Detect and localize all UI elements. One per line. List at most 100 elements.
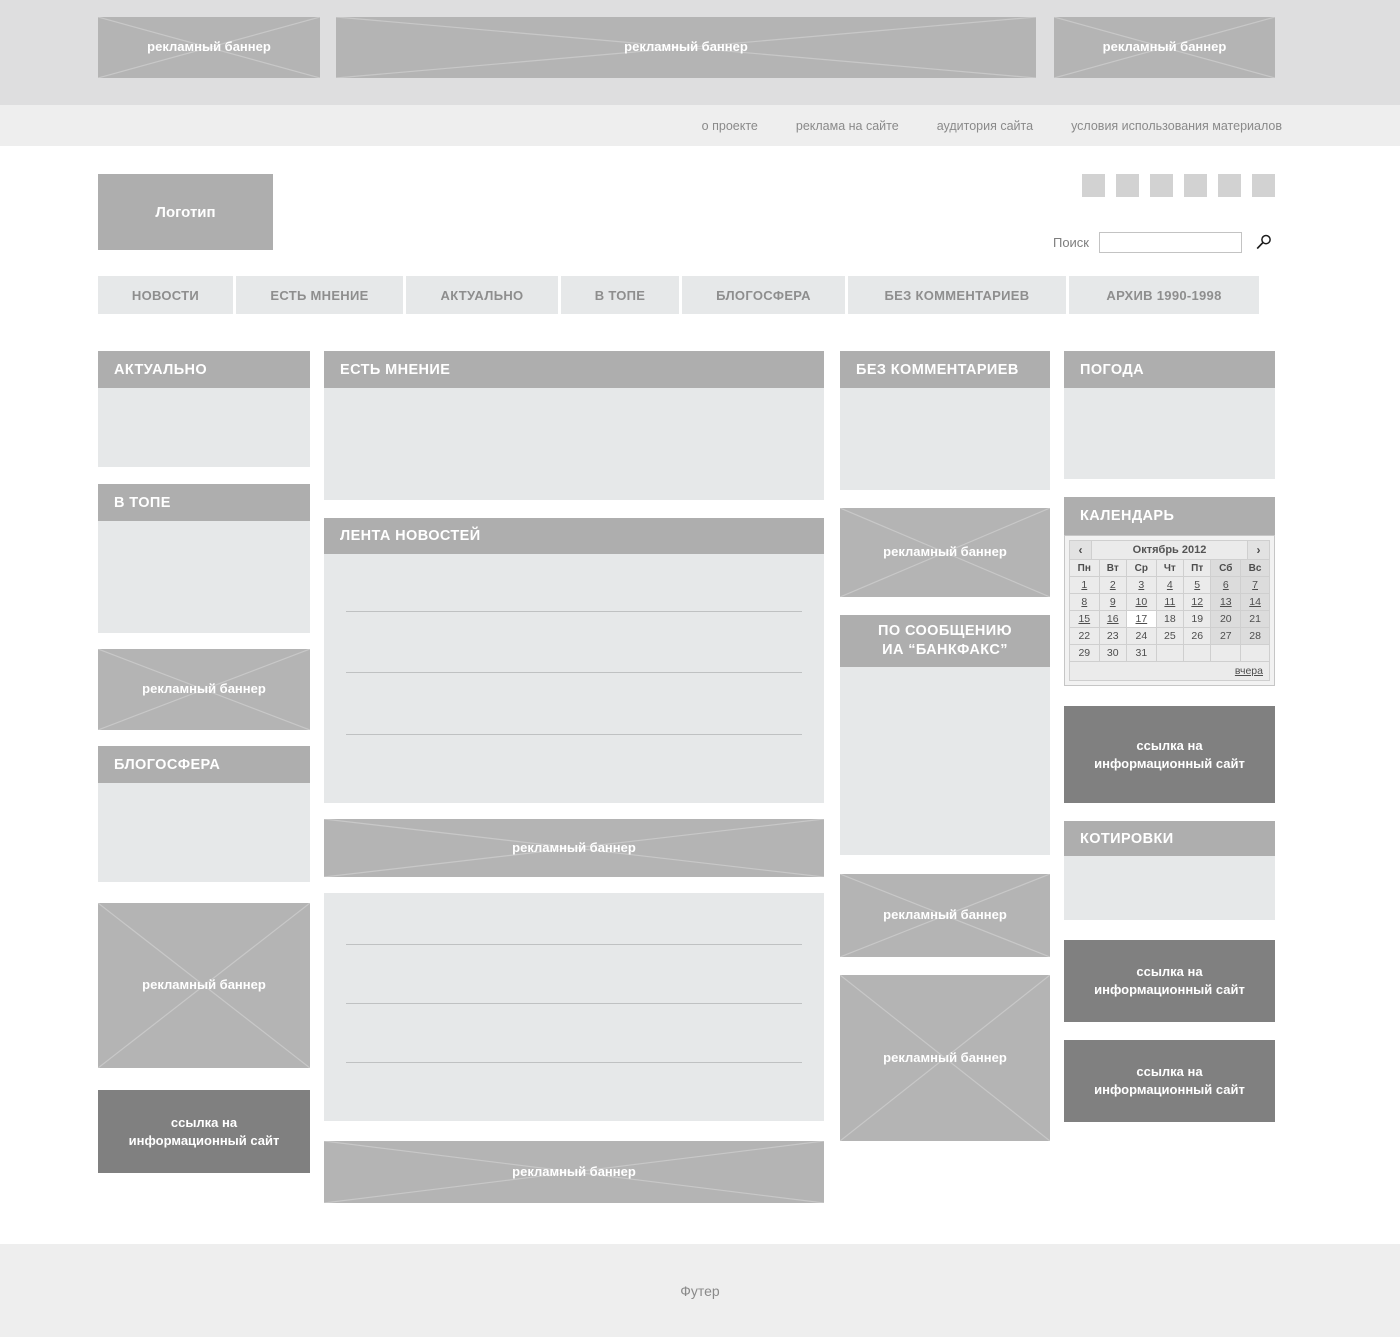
calendar-weekday-ср: Ср (1125, 559, 1157, 577)
info-site-link-left[interactable]: ссылка на информационный сайт (98, 1090, 310, 1173)
utility-nav-link-about[interactable]: о проекте (702, 119, 758, 133)
calendar-day-6[interactable]: 6 (1210, 576, 1242, 594)
column-right: ПОГОДА КАЛЕНДАРЬ ‹ Октябрь 2012 › Пн Вт Ср… (1064, 351, 1275, 1122)
ad-banner-right-inner-2[interactable]: рекламный баннер (840, 874, 1050, 957)
calendar-day-3[interactable]: 3 (1125, 576, 1157, 594)
calendar-day-4[interactable]: 4 (1155, 576, 1184, 594)
tab-aktualno[interactable]: АКТУАЛЬНО (406, 276, 558, 314)
search-input[interactable] (1099, 231, 1242, 253)
main-nav-tabs: НОВОСТИ ЕСТЬ МНЕНИЕ АКТУАЛЬНО В ТОПЕ БЛО… (98, 276, 1275, 314)
calendar-day-label: 6 (1222, 579, 1229, 591)
calendar-footer: вчера (1069, 662, 1270, 681)
calendar-day-label: 24 (1135, 630, 1148, 642)
ad-banner-left-2[interactable]: рекламный баннер (98, 903, 310, 1068)
utility-nav-link-audience[interactable]: аудитория сайта (937, 119, 1033, 133)
ad-banner-label: рекламный баннер (624, 39, 748, 55)
ad-banner-label: рекламный баннер (512, 1163, 636, 1179)
calendar-month-label: Октябрь 2012 (1132, 544, 1207, 556)
ad-banner-top-left[interactable]: рекламный баннер (98, 17, 320, 78)
calendar-day-17[interactable]: 17 (1125, 610, 1157, 628)
info-site-link-line1: ссылка на (1136, 964, 1203, 980)
calendar-day-label: 31 (1135, 647, 1148, 659)
info-site-link-right-1[interactable]: ссылка на информационный сайт (1064, 706, 1275, 803)
info-site-link-line1: ссылка на (170, 1114, 238, 1130)
section-body-aktualno (98, 388, 310, 467)
calendar-day-1[interactable]: 1 (1069, 576, 1100, 594)
section-body-lenta-novostey (324, 554, 824, 803)
calendar-day-12[interactable]: 12 (1182, 593, 1212, 611)
ad-banner-center-2[interactable]: рекламный баннер (324, 1141, 824, 1203)
ad-banner-center-1[interactable]: рекламный баннер (324, 819, 824, 877)
social-icon-1[interactable] (1082, 174, 1105, 197)
column-right-inner: БЕЗ КОММЕНТАРИЕВ рекламный баннер ПО СОО… (840, 351, 1050, 1141)
calendar-day-11[interactable]: 11 (1155, 593, 1184, 611)
search-submit-button[interactable] (1251, 231, 1275, 253)
calendar-day-28: 28 (1240, 627, 1270, 645)
ad-banner-label: рекламный баннер (142, 977, 266, 993)
tab-arhiv[interactable]: АРХИВ 1990-1998 (1069, 276, 1259, 314)
calendar-day-label: 10 (1135, 596, 1148, 608)
calendar-weekday-row: Пн Вт Ср Чт Пт Сб Вс (1069, 559, 1270, 577)
calendar-day-label: 5 (1194, 579, 1201, 591)
calendar-day-10[interactable]: 10 (1125, 593, 1157, 611)
section-header-bankfax-line2: ИА “БАНКФАКС” (882, 642, 1008, 658)
tab-blogosfera[interactable]: БЛОГОСФЕРА (682, 276, 845, 314)
calendar-day-label: 3 (1138, 579, 1145, 591)
info-site-link-line1: ссылка на (1136, 1064, 1203, 1080)
section-header-kotirovki: КОТИРОВКИ (1064, 821, 1275, 856)
social-icon-5[interactable] (1218, 174, 1241, 197)
ad-banner-right-inner-3[interactable]: рекламный баннер (840, 975, 1050, 1141)
ad-banner-label: рекламный баннер (1102, 39, 1227, 55)
info-site-link-right-3[interactable]: ссылка на информационный сайт (1064, 1040, 1275, 1122)
ad-banner-right-inner-1[interactable]: рекламный баннер (840, 508, 1050, 597)
site-logo-label: Логотип (155, 203, 216, 221)
calendar-day-13[interactable]: 13 (1210, 593, 1242, 611)
social-icon-4[interactable] (1184, 174, 1207, 197)
calendar-widget: ‹ Октябрь 2012 › Пн Вт Ср Чт Пт Сб Вс 12345678… (1064, 535, 1275, 686)
calendar-day-label: 1 (1081, 579, 1088, 591)
calendar-prev-month-button[interactable]: ‹ (1070, 541, 1092, 559)
info-site-link-line2: информационный сайт (128, 1132, 280, 1148)
calendar-day-label: 27 (1219, 630, 1232, 642)
utility-nav: о проекте реклама на сайте аудитория сай… (0, 105, 1400, 146)
ad-banner-left-1[interactable]: рекламный баннер (98, 649, 310, 730)
calendar-day-19: 19 (1182, 610, 1212, 628)
utility-nav-link-terms[interactable]: условия использования материалов (1071, 119, 1282, 133)
section-header-aktualno: АКТУАЛЬНО (98, 351, 310, 388)
calendar-yesterday-link[interactable]: вчера (1235, 665, 1263, 677)
calendar-day-label: 22 (1078, 630, 1091, 642)
social-icon-2[interactable] (1116, 174, 1139, 197)
tab-bez-kommentariev[interactable]: БЕЗ КОММЕНТАРИЕВ (848, 276, 1066, 314)
calendar-week-row: 22 23 24 25 26 27 28 (1069, 627, 1270, 645)
calendar-weekday-пт: Пт (1182, 559, 1212, 577)
calendar-day-2[interactable]: 2 (1098, 576, 1127, 594)
tab-est-mnenie[interactable]: ЕСТЬ МНЕНИЕ (236, 276, 403, 314)
tab-novosti[interactable]: НОВОСТИ (98, 276, 233, 314)
social-icon-6[interactable] (1252, 174, 1275, 197)
calendar-next-month-button[interactable]: › (1247, 541, 1269, 559)
calendar-week-row: 15 16 17 18 19 20 21 (1069, 610, 1270, 628)
calendar-day-label: 19 (1191, 613, 1204, 625)
calendar-day-15[interactable]: 15 (1069, 610, 1100, 628)
utility-nav-link-ads[interactable]: реклама на сайте (796, 119, 899, 133)
site-logo[interactable]: Логотип (98, 174, 273, 250)
tab-v-tope[interactable]: В ТОПЕ (561, 276, 679, 314)
calendar-day-16[interactable]: 16 (1098, 610, 1127, 628)
calendar-day-7[interactable]: 7 (1240, 576, 1270, 594)
calendar-day-5[interactable]: 5 (1182, 576, 1212, 594)
info-site-link-right-2[interactable]: ссылка на информационный сайт (1064, 940, 1275, 1022)
calendar-day-9[interactable]: 9 (1098, 593, 1127, 611)
calendar-day-31: 31 (1125, 644, 1157, 662)
calendar-day-label: 30 (1106, 647, 1119, 659)
ad-banner-top-right[interactable]: рекламный баннер (1054, 17, 1275, 78)
calendar-weekday-вс: Вс (1240, 559, 1270, 577)
calendar-day-8[interactable]: 8 (1069, 593, 1100, 611)
calendar-day-label: 7 (1252, 579, 1258, 591)
social-icon-3[interactable] (1150, 174, 1173, 197)
calendar-week-row: 29 30 31 (1069, 644, 1270, 662)
calendar-day-label: 25 (1164, 630, 1176, 642)
ad-banner-top-center[interactable]: рекламный баннер (336, 17, 1036, 78)
calendar-day-14[interactable]: 14 (1240, 593, 1270, 611)
section-body-bez-kommentariev (840, 388, 1050, 490)
ad-banner-label: рекламный баннер (883, 1049, 1007, 1065)
